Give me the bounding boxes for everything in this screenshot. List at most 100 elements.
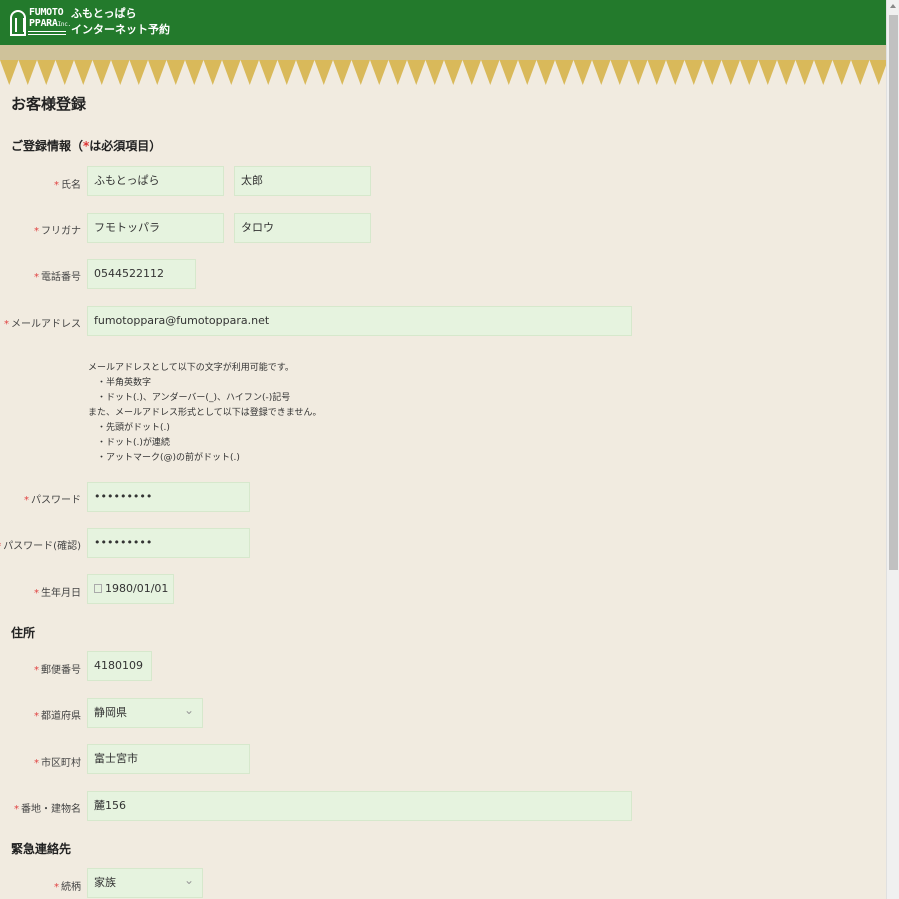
page-title: お客様登録 xyxy=(11,95,87,113)
pennant-flag xyxy=(240,60,259,85)
email-note-line: ・アットマーク(@)の前がドット(.) xyxy=(88,453,240,463)
brand-line2: インターネット予約 xyxy=(71,23,170,36)
kana-label: * フリガナ xyxy=(34,226,81,237)
calendar-icon xyxy=(94,584,102,593)
pennant-flag xyxy=(314,60,333,85)
name-label: * 氏名 xyxy=(54,180,81,191)
pennant-flag xyxy=(740,60,759,85)
pennant-flag xyxy=(185,60,204,85)
zip-label: * 郵便番号 xyxy=(34,665,81,676)
logo-line2: PPARA xyxy=(29,18,58,29)
section-title-prefix: ご登録情報（ xyxy=(11,139,84,153)
street-field[interactable]: 麓156 xyxy=(87,791,632,821)
password-confirm-label: *パスワード(確認) xyxy=(0,541,81,552)
phone-field[interactable]: 0544522112 xyxy=(87,259,196,289)
pennant-banner xyxy=(0,45,886,85)
pennant-flag xyxy=(573,60,592,85)
city-label: * 市区町村 xyxy=(34,758,81,769)
pennant-decoration xyxy=(0,45,886,85)
logo-inc: Inc. xyxy=(57,21,72,28)
relation-label: * 続柄 xyxy=(54,882,81,893)
last-kana-field[interactable]: フモトッパラ xyxy=(87,213,224,243)
pennant-flag xyxy=(222,60,241,85)
first-kana-field[interactable]: タロウ xyxy=(234,213,371,243)
password-field[interactable]: ••••••••• xyxy=(87,482,250,512)
pennant-flag xyxy=(869,60,886,85)
pennant-flag xyxy=(129,60,148,85)
pennant-flag xyxy=(351,60,370,85)
pennant-flag xyxy=(629,60,648,85)
fumotoppara-logo[interactable]: FUMOTO PPARAInc. xyxy=(10,7,71,38)
pennant-flag xyxy=(259,60,278,85)
pennant-flag xyxy=(18,60,37,85)
pennant-flag xyxy=(111,60,130,85)
pennant-flag xyxy=(518,60,537,85)
section-emergency-title: 緊急連絡先 xyxy=(11,842,72,856)
first-name-field[interactable]: 太郎 xyxy=(234,166,371,196)
pennant-flag xyxy=(166,60,185,85)
gate-icon xyxy=(10,10,26,36)
password-confirm-field[interactable]: ••••••••• xyxy=(87,528,250,558)
pennant-flag xyxy=(851,60,870,85)
pennant-flag xyxy=(814,60,833,85)
scrollbar-thumb[interactable] xyxy=(889,15,898,570)
pennant-flag xyxy=(55,60,74,85)
pennant-flag xyxy=(277,60,296,85)
pennant-flag xyxy=(425,60,444,85)
section-address-title: 住所 xyxy=(11,626,36,640)
zip-field[interactable]: 4180109 xyxy=(87,651,152,681)
app-header: FUMOTO PPARAInc. ふもとっぱら インターネット予約 xyxy=(0,0,886,45)
pennant-flag xyxy=(444,60,463,85)
city-field[interactable]: 富士宮市 xyxy=(87,744,250,774)
pennant-flag xyxy=(703,60,722,85)
birthday-label: * 生年月日 xyxy=(34,588,81,599)
pennant-flag xyxy=(74,60,93,85)
pennant-flag xyxy=(684,60,703,85)
email-note-line: また、メールアドレス形式として以下は登録できません。 xyxy=(88,408,322,418)
pennant-flag xyxy=(777,60,796,85)
pennant-flag xyxy=(832,60,851,85)
pennant-flag xyxy=(795,60,814,85)
pref-label: * 都道府県 xyxy=(34,711,81,722)
relation-select[interactable]: 家族 xyxy=(87,868,203,898)
email-rules-note: メールアドレスとして以下の文字が利用可能です。 ・半角英数字 ・ドット(.)、ア… xyxy=(88,361,321,466)
pennant-flag xyxy=(462,60,481,85)
pennant-flag xyxy=(499,60,518,85)
logo-rule xyxy=(28,31,66,35)
email-field[interactable]: fumotoppara@fumotoppara.net xyxy=(87,306,632,336)
email-note-line: ・ドット(.)が連続 xyxy=(88,438,170,448)
pennant-flag xyxy=(92,60,111,85)
birthday-field[interactable]: 1980/01/01 xyxy=(87,574,174,604)
email-note-line: ・ドット(.)、アンダーバー(_)、ハイフン(-)記号 xyxy=(88,393,291,403)
brand-line1: ふもとっぱら xyxy=(71,7,137,20)
email-note-line: メールアドレスとして以下の文字が利用可能です。 xyxy=(88,363,294,373)
pennant-flag xyxy=(536,60,555,85)
pennant-flag xyxy=(333,60,352,85)
brand-title[interactable]: ふもとっぱら インターネット予約 xyxy=(71,6,170,38)
phone-label: * 電話番号 xyxy=(34,272,81,283)
pennant-flag xyxy=(407,60,426,85)
pennant-flag xyxy=(592,60,611,85)
pennant-flag xyxy=(758,60,777,85)
section-registration-title: ご登録情報（*は必須項目） xyxy=(11,137,161,154)
email-label: * メールアドレス xyxy=(4,319,81,330)
password-label: * パスワード xyxy=(24,495,81,506)
email-note-line: ・先頭がドット(.) xyxy=(88,423,170,433)
pennant-flag xyxy=(148,60,167,85)
last-name-field[interactable]: ふもとっぱら xyxy=(87,166,224,196)
logo-line1: FUMOTO xyxy=(29,7,64,18)
pennant-flag xyxy=(296,60,315,85)
pennant-flag xyxy=(647,60,666,85)
street-label: * 番地・建物名 xyxy=(14,804,81,815)
vertical-scrollbar[interactable] xyxy=(886,0,899,899)
email-note-line: ・半角英数字 xyxy=(88,378,152,388)
scroll-up-arrow-icon[interactable] xyxy=(890,4,896,8)
pennant-flag xyxy=(610,60,629,85)
pennant-flag xyxy=(0,60,19,85)
pennant-flag xyxy=(370,60,389,85)
pennant-flag xyxy=(203,60,222,85)
pennant-flag xyxy=(555,60,574,85)
pennant-flag xyxy=(481,60,500,85)
section-title-suffix: は必須項目） xyxy=(89,139,162,153)
pref-select[interactable]: 静岡県 xyxy=(87,698,203,728)
